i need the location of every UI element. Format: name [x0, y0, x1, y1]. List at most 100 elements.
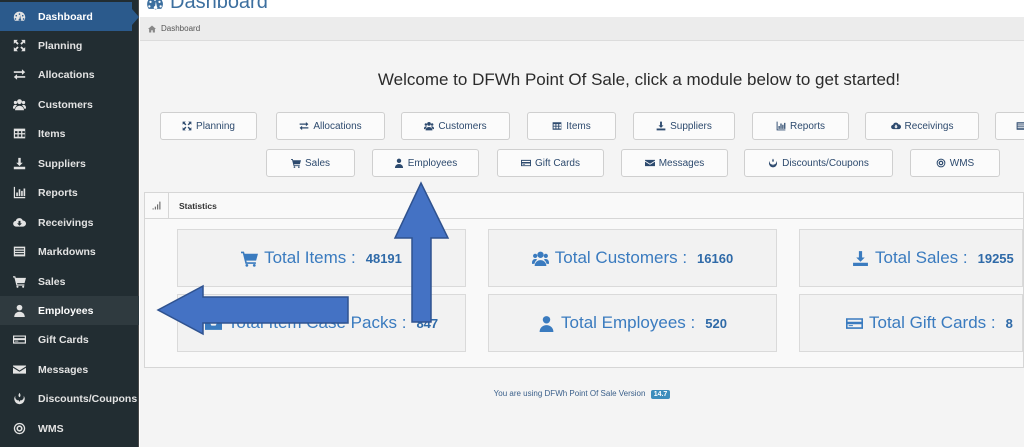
sidebar: Dashboard Planning Allocations Customers… [0, 0, 139, 447]
sidebar-item-label: Planning [38, 39, 83, 52]
sidebar-item-label: Dashboard [38, 10, 93, 23]
stat-value: 48191 [365, 250, 402, 266]
dashboard-icon [146, 0, 164, 12]
module-items-button[interactable]: Items [527, 112, 616, 140]
stat-label: Total Item Case Packs : [227, 313, 407, 332]
user-icon [0, 304, 38, 317]
users-icon [0, 98, 38, 111]
arrows-icon [182, 121, 192, 131]
exchange-icon [0, 68, 38, 81]
bar-chart-icon [0, 186, 38, 199]
sidebar-item-customers[interactable]: Customers [0, 90, 139, 119]
cart-icon [291, 158, 301, 168]
sidebar-item-employees[interactable]: Employees [0, 296, 139, 325]
arrows-icon [0, 39, 38, 52]
sidebar-item-markdowns[interactable]: Markdowns [0, 237, 139, 266]
sidebar-item-items[interactable]: Items [0, 119, 139, 148]
module-customers-button[interactable]: Customers [401, 112, 510, 140]
module-label: Gift Cards [534, 157, 580, 169]
stat-total-customers[interactable]: Total Customers : 16160 [488, 229, 777, 287]
module-label: Employees [407, 157, 458, 169]
module-label: Items [566, 120, 591, 132]
sidebar-item-planning[interactable]: Planning [0, 31, 139, 60]
signal-icon [145, 192, 169, 219]
module-wms-button[interactable]: WMS [910, 149, 1000, 177]
rebel-icon [768, 158, 778, 168]
module-sales-button[interactable]: Sales [266, 149, 355, 177]
statistics-title: Statistics [179, 200, 217, 211]
sidebar-item-receivings[interactable]: Receivings [0, 208, 139, 237]
sidebar-item-label: Gift Cards [38, 333, 89, 346]
sidebar-item-reports[interactable]: Reports [0, 178, 139, 207]
module-receivings-button[interactable]: Receivings [865, 112, 979, 140]
module-gift-cards-button[interactable]: Gift Cards [497, 149, 604, 177]
module-label: Planning [196, 120, 235, 132]
sidebar-item-suppliers[interactable]: Suppliers [0, 149, 139, 178]
download-icon [0, 157, 38, 170]
table-icon [552, 121, 562, 131]
list-icon [0, 245, 38, 258]
statistics-panel: Statistics Total Items : 48191 Total Cus… [144, 192, 1024, 368]
download-icon [852, 250, 869, 267]
breadcrumb: Dashboard [140, 17, 1024, 41]
breadcrumb-dashboard[interactable]: Dashboard [161, 24, 200, 33]
sidebar-item-messages[interactable]: Messages [0, 355, 139, 384]
footer-version-text: You are using DFWh Point Of Sale Version… [140, 389, 1024, 399]
sidebar-item-label: WMS [38, 422, 64, 435]
module-discounts-coupons-button[interactable]: Discounts/Coupons [744, 149, 893, 177]
welcome-message: Welcome to DFWh Point Of Sale, click a m… [140, 70, 1024, 90]
cloud-download-icon [0, 216, 38, 229]
user-icon [394, 158, 404, 168]
module-planning-button[interactable]: Planning [160, 112, 257, 140]
dashboard-icon [0, 10, 38, 23]
welcome-text: Welcome to DFWh Point Of Sale, click a m… [377, 70, 901, 89]
sidebar-item-gift-cards[interactable]: Gift Cards [0, 325, 139, 354]
stat-total-item-case-packs[interactable]: Total Item Case Packs : 847 [177, 294, 466, 352]
exchange-icon [299, 121, 309, 131]
sidebar-item-dashboard[interactable]: Dashboard [0, 2, 139, 31]
stat-label: Total Sales : [875, 248, 968, 267]
stat-value: 847 [416, 315, 439, 331]
sidebar-item-label: Discounts/Coupons [38, 392, 138, 405]
table-icon [0, 127, 38, 140]
sidebar-item-label: Items [38, 127, 66, 140]
module-markdowns-button[interactable] [995, 112, 1024, 140]
download-icon [656, 121, 666, 131]
stat-total-gift-cards[interactable]: Total Gift Cards : 8 [799, 294, 1023, 352]
sidebar-item-wms[interactable]: WMS [0, 414, 139, 443]
stat-total-employees[interactable]: Total Employees : 520 [488, 294, 777, 352]
stat-total-items[interactable]: Total Items : 48191 [177, 229, 466, 287]
sidebar-item-label: Allocations [38, 68, 95, 81]
gear-icon [0, 422, 38, 435]
sidebar-item-label: Messages [38, 363, 89, 376]
users-icon [532, 250, 549, 267]
cloud-download-icon [891, 121, 901, 131]
envelope-icon [645, 158, 655, 168]
footer-text: You are using DFWh Point Of Sale Version [493, 389, 646, 398]
main-content: Dashboard Dashboard Welcome to DFWh Poin… [140, 0, 1024, 447]
page-title-text: Dashboard [170, 0, 268, 13]
module-employees-button[interactable]: Employees [372, 149, 479, 177]
module-messages-button[interactable]: Messages [621, 149, 728, 177]
sidebar-item-allocations[interactable]: Allocations [0, 60, 139, 89]
sidebar-item-discounts-coupons[interactable]: Discounts/Coupons [0, 384, 139, 413]
sidebar-item-label: Markdowns [38, 245, 96, 258]
module-label: Receivings [904, 120, 954, 132]
user-icon [538, 315, 555, 332]
module-suppliers-button[interactable]: Suppliers [633, 112, 735, 140]
version-badge: 14.7 [650, 390, 671, 399]
module-label: Sales [304, 157, 330, 169]
stat-value: 19255 [977, 250, 1014, 266]
page-title: Dashboard [146, 0, 268, 14]
sidebar-item-label: Sales [38, 275, 66, 288]
module-reports-button[interactable]: Reports [752, 112, 849, 140]
credit-card-icon [521, 158, 531, 168]
stat-value: 8 [1005, 315, 1013, 331]
gear-icon [936, 158, 946, 168]
stat-value: 520 [705, 315, 727, 331]
module-label: Suppliers [670, 120, 712, 132]
module-label: Allocations [313, 120, 362, 132]
module-allocations-button[interactable]: Allocations [276, 112, 385, 140]
stat-total-sales[interactable]: Total Sales : 19255 [799, 229, 1023, 287]
sidebar-item-sales[interactable]: Sales [0, 267, 139, 296]
